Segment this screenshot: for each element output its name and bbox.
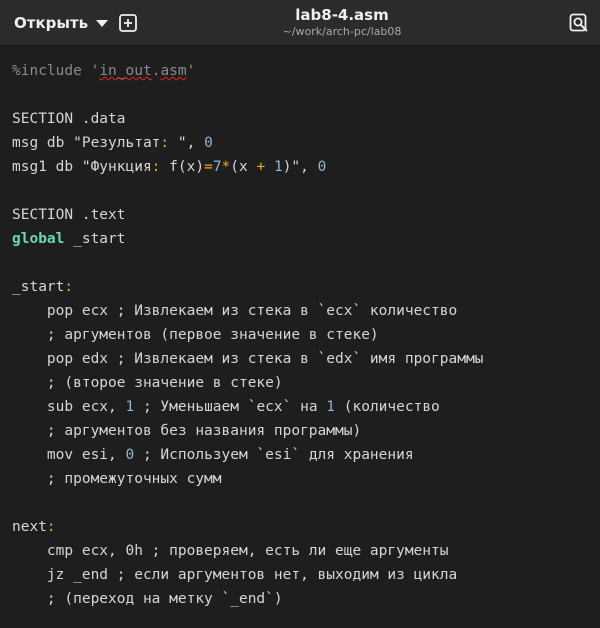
open-button[interactable]: Открыть — [8, 8, 109, 38]
code-token: SECTION .data — [12, 111, 126, 127]
code-token: : — [160, 135, 170, 151]
code-token: 1 — [326, 399, 336, 415]
code-line-1: %include 'in_out.asm' — [12, 59, 195, 83]
code-token: 7 — [212, 159, 222, 175]
code-token: mov esi, — [12, 447, 126, 463]
code-token: _start — [12, 279, 65, 295]
code-token: _start — [64, 231, 126, 247]
code-line-22: jz _end ; если аргументов нет, выходим и… — [12, 563, 457, 587]
code-line-8: global _start — [12, 227, 126, 251]
code-token: 0 — [125, 447, 135, 463]
new-tab-button[interactable] — [116, 11, 140, 35]
code-token: cmp ecx, 0h ; проверяем, есть ли еще арг… — [12, 543, 449, 559]
chevron-down-icon — [96, 20, 109, 27]
code-line-4: msg db "Результат: ", 0 — [12, 131, 213, 155]
code-token: ", — [169, 135, 205, 151]
code-line-12: ; аргументов (первое значение в стеке) — [12, 323, 379, 347]
code-token: asm — [160, 63, 187, 79]
code-token: : — [46, 519, 56, 535]
code-line-11: pop ecx ; Извлекаем из стека в `ecx` кол… — [12, 299, 457, 323]
code-line-18: ; промежуточных сумм — [12, 467, 222, 491]
search-button[interactable] — [568, 12, 590, 34]
code-token: 1 — [273, 159, 283, 175]
code-token: msg db "Результат — [12, 135, 161, 151]
code-token: next — [12, 519, 47, 535]
document-path: ~/work/arch-pc/lab08 — [282, 25, 402, 38]
code-token: ; аргументов без названия программы) — [12, 423, 362, 439]
code-token: ; промежуточных сумм — [12, 471, 222, 487]
code-token: 0 — [204, 135, 213, 151]
code-token: sub ecx, — [12, 399, 126, 415]
title-block: lab8-4.asm ~/work/arch-pc/lab08 — [200, 5, 484, 39]
code-token: ; Уменьшаем `ecx` на — [134, 399, 327, 415]
code-token: ; (второе значение в стеке) — [12, 375, 283, 391]
code-token: (количество — [335, 399, 440, 415]
open-button-label: Открыть — [14, 14, 89, 32]
code-line-10: _start: — [12, 275, 73, 299]
code-token: 1 — [125, 399, 135, 415]
code-token: f(x) — [160, 159, 205, 175]
code-token: ; (переход на метку `_end`) — [12, 591, 283, 607]
code-line-16: ; аргументов без названия программы) — [12, 419, 361, 443]
code-token: ; аргументов (первое значение в стеке) — [12, 327, 379, 343]
code-token: 0 — [317, 159, 327, 175]
code-token: SECTION .text — [12, 207, 126, 223]
document-title: lab8-4.asm — [295, 6, 389, 24]
code-token: in_out — [99, 63, 152, 79]
code-line-23: ; (переход на метку `_end`) — [12, 587, 283, 611]
code-token: global — [12, 231, 65, 247]
code-line-21: cmp ecx, 0h ; проверяем, есть ли еще арг… — [12, 539, 449, 563]
header-bar: Открыть lab8-4.asm ~/work/arch-pc/lab08 — [0, 0, 600, 46]
code-token: : — [64, 279, 74, 295]
code-line-17: mov esi, 0 ; Используем `esi` для хранен… — [12, 443, 414, 467]
code-line-3: SECTION .data — [12, 107, 126, 131]
code-token: * — [221, 159, 231, 175]
code-token: pop ecx ; Извлекаем из стека в `ecx` кол… — [12, 303, 458, 319]
code-line-7: SECTION .text — [12, 203, 126, 227]
code-token: pop edx ; Извлекаем из стека в `edx` имя… — [12, 351, 484, 367]
code-token: msg1 db "Функция — [12, 159, 152, 175]
code-line-20: next: — [12, 515, 56, 539]
code-token: + — [256, 159, 266, 175]
code-token: )", — [282, 159, 318, 175]
code-token: jz _end ; если аргументов нет, выходим и… — [12, 567, 458, 583]
code-token: ; Используем `esi` для хранения — [134, 447, 414, 463]
code-line-5: msg1 db "Функция: f(x)=7*(x + 1)", 0 — [12, 155, 326, 179]
code-token: ' — [90, 63, 100, 79]
code-line-15: sub ecx, 1 ; Уменьшаем `ecx` на 1 (колич… — [12, 395, 440, 419]
code-token: (x — [230, 159, 257, 175]
code-token: = — [204, 159, 213, 175]
new-tab-icon — [119, 14, 137, 32]
code-token: ' — [186, 63, 196, 79]
code-editor[interactable]: %include 'in_out.asm' SECTION .data msg … — [0, 47, 600, 628]
code-token: %include — [12, 63, 91, 79]
code-line-14: ; (второе значение в стеке) — [12, 371, 283, 395]
search-icon — [569, 13, 588, 32]
code-line-13: pop edx ; Извлекаем из стека в `edx` имя… — [12, 347, 484, 371]
